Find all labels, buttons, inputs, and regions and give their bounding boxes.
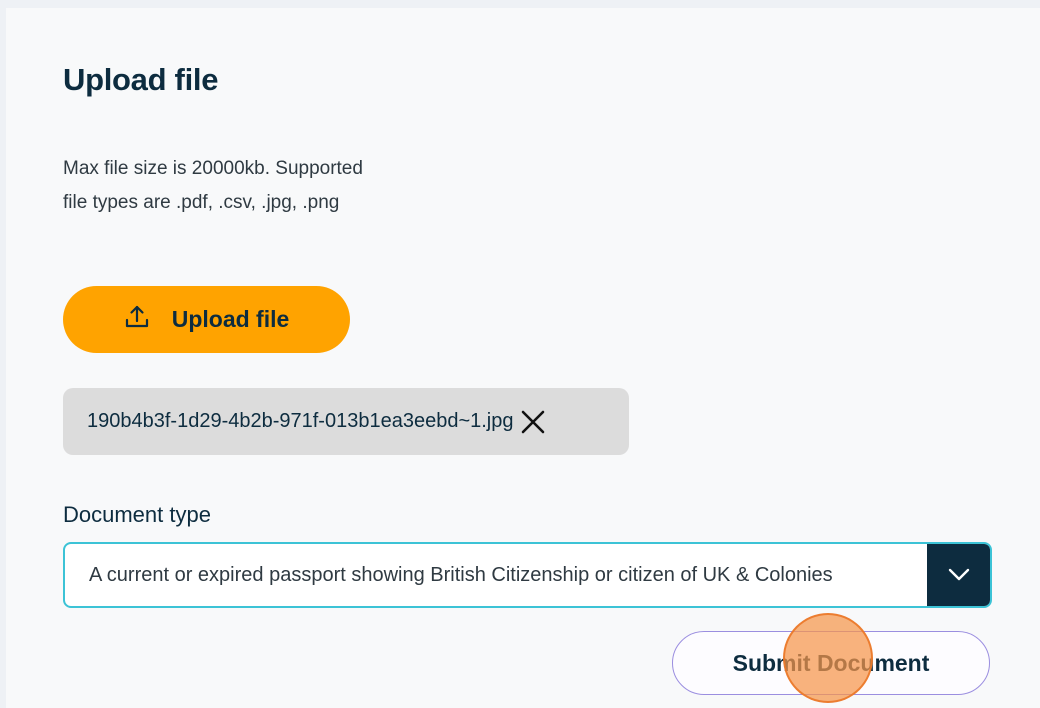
upload-hint-line-1: Max file size is 20000kb. Supported <box>63 158 363 179</box>
upload-card: Upload file Max file size is 20000kb. Su… <box>6 8 1040 708</box>
upload-icon <box>124 304 150 335</box>
upload-hint-line-2: file types are .pdf, .csv, .jpg, .png <box>63 192 340 213</box>
chevron-down-icon[interactable] <box>927 544 990 606</box>
document-type-select[interactable]: A current or expired passport showing Br… <box>63 542 992 608</box>
close-icon[interactable] <box>518 407 548 437</box>
page-title: Upload file <box>63 62 219 97</box>
upload-hint: Max file size is 20000kb. Supported file… <box>63 152 363 220</box>
upload-file-button-label: Upload file <box>171 306 290 332</box>
submit-document-button[interactable]: Submit Document <box>672 631 990 695</box>
upload-file-button[interactable]: Upload file <box>63 286 350 353</box>
document-type-label: Document type <box>63 502 211 527</box>
document-type-selected-value: A current or expired passport showing Br… <box>89 563 833 586</box>
uploaded-file-chip: 190b4b3f-1d29-4b2b-971f-013b1ea3eebd~1.j… <box>63 388 629 455</box>
uploaded-file-name: 190b4b3f-1d29-4b2b-971f-013b1ea3eebd~1.j… <box>87 410 514 432</box>
submit-document-button-label: Submit Document <box>732 649 930 676</box>
